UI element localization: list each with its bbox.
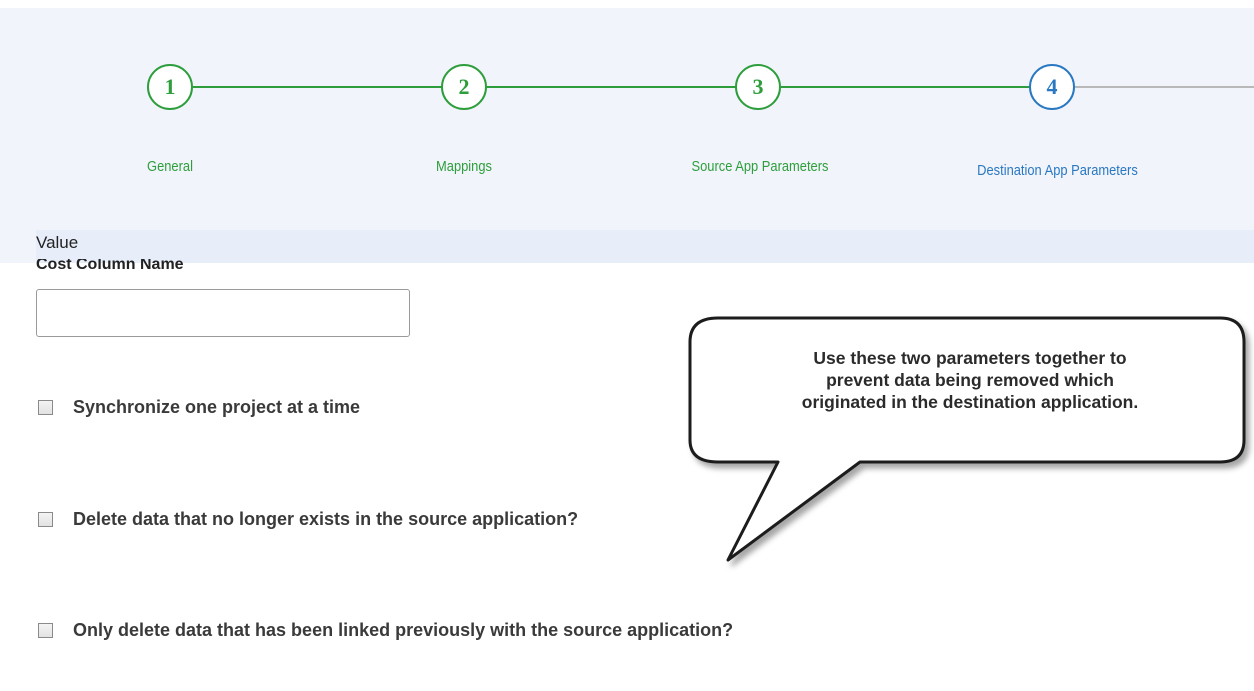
step-1-circle[interactable]: 1 — [147, 64, 193, 110]
step-1-label[interactable]: General — [127, 158, 213, 175]
callout-line-2: prevent data being removed which — [826, 370, 1114, 390]
step-4-label[interactable]: Destination App Parameters — [956, 162, 1158, 179]
step-4-number: 4 — [1046, 74, 1058, 99]
step-3-label[interactable]: Source App Parameters — [674, 158, 846, 175]
step-4-circle[interactable]: 4 — [1029, 64, 1075, 110]
callout-line-3: originated in the destination applicatio… — [801, 392, 1139, 412]
step-2-circle[interactable]: 2 — [441, 64, 487, 110]
checkbox-row-sync-one-project[interactable]: Synchronize one project at a time — [38, 396, 360, 418]
callout-text: Use these two parameters together to pre… — [700, 347, 1240, 413]
connector-1-2 — [193, 86, 443, 88]
checkbox-row-delete-linked[interactable]: Only delete data that has been linked pr… — [38, 619, 733, 641]
delete-missing-data-label: Delete data that no longer exists in the… — [73, 508, 579, 529]
delete-missing-data-checkbox[interactable] — [38, 511, 53, 527]
delete-linked-only-label: Only delete data that has been linked pr… — [73, 619, 734, 640]
step-3-circle[interactable]: 3 — [735, 64, 781, 110]
connector-2-3 — [487, 86, 737, 88]
connector-3-4 — [781, 86, 1031, 88]
delete-linked-only-checkbox[interactable] — [38, 622, 53, 638]
step-3-number: 3 — [752, 74, 764, 99]
section-header-title: Value — [36, 233, 79, 252]
step-1-number: 1 — [164, 74, 176, 99]
checkbox-row-delete-missing[interactable]: Delete data that no longer exists in the… — [38, 508, 578, 530]
wizard-progress: 1 2 3 4 General Mappings Source App Para… — [0, 0, 1254, 263]
step-2-label[interactable]: Mappings — [421, 158, 507, 175]
sync-one-project-checkbox[interactable] — [38, 399, 53, 415]
callout-line-1: Use these two parameters together to — [813, 348, 1127, 368]
top-margin — [0, 0, 1254, 8]
step-2-number: 2 — [458, 74, 470, 99]
sync-one-project-label: Synchronize one project at a time — [73, 396, 361, 417]
cost-column-input[interactable] — [36, 289, 410, 337]
cost-column-label: Cost Column Name — [36, 259, 184, 273]
section-header: Value — [36, 230, 1254, 263]
connector-4-next — [1075, 86, 1254, 88]
